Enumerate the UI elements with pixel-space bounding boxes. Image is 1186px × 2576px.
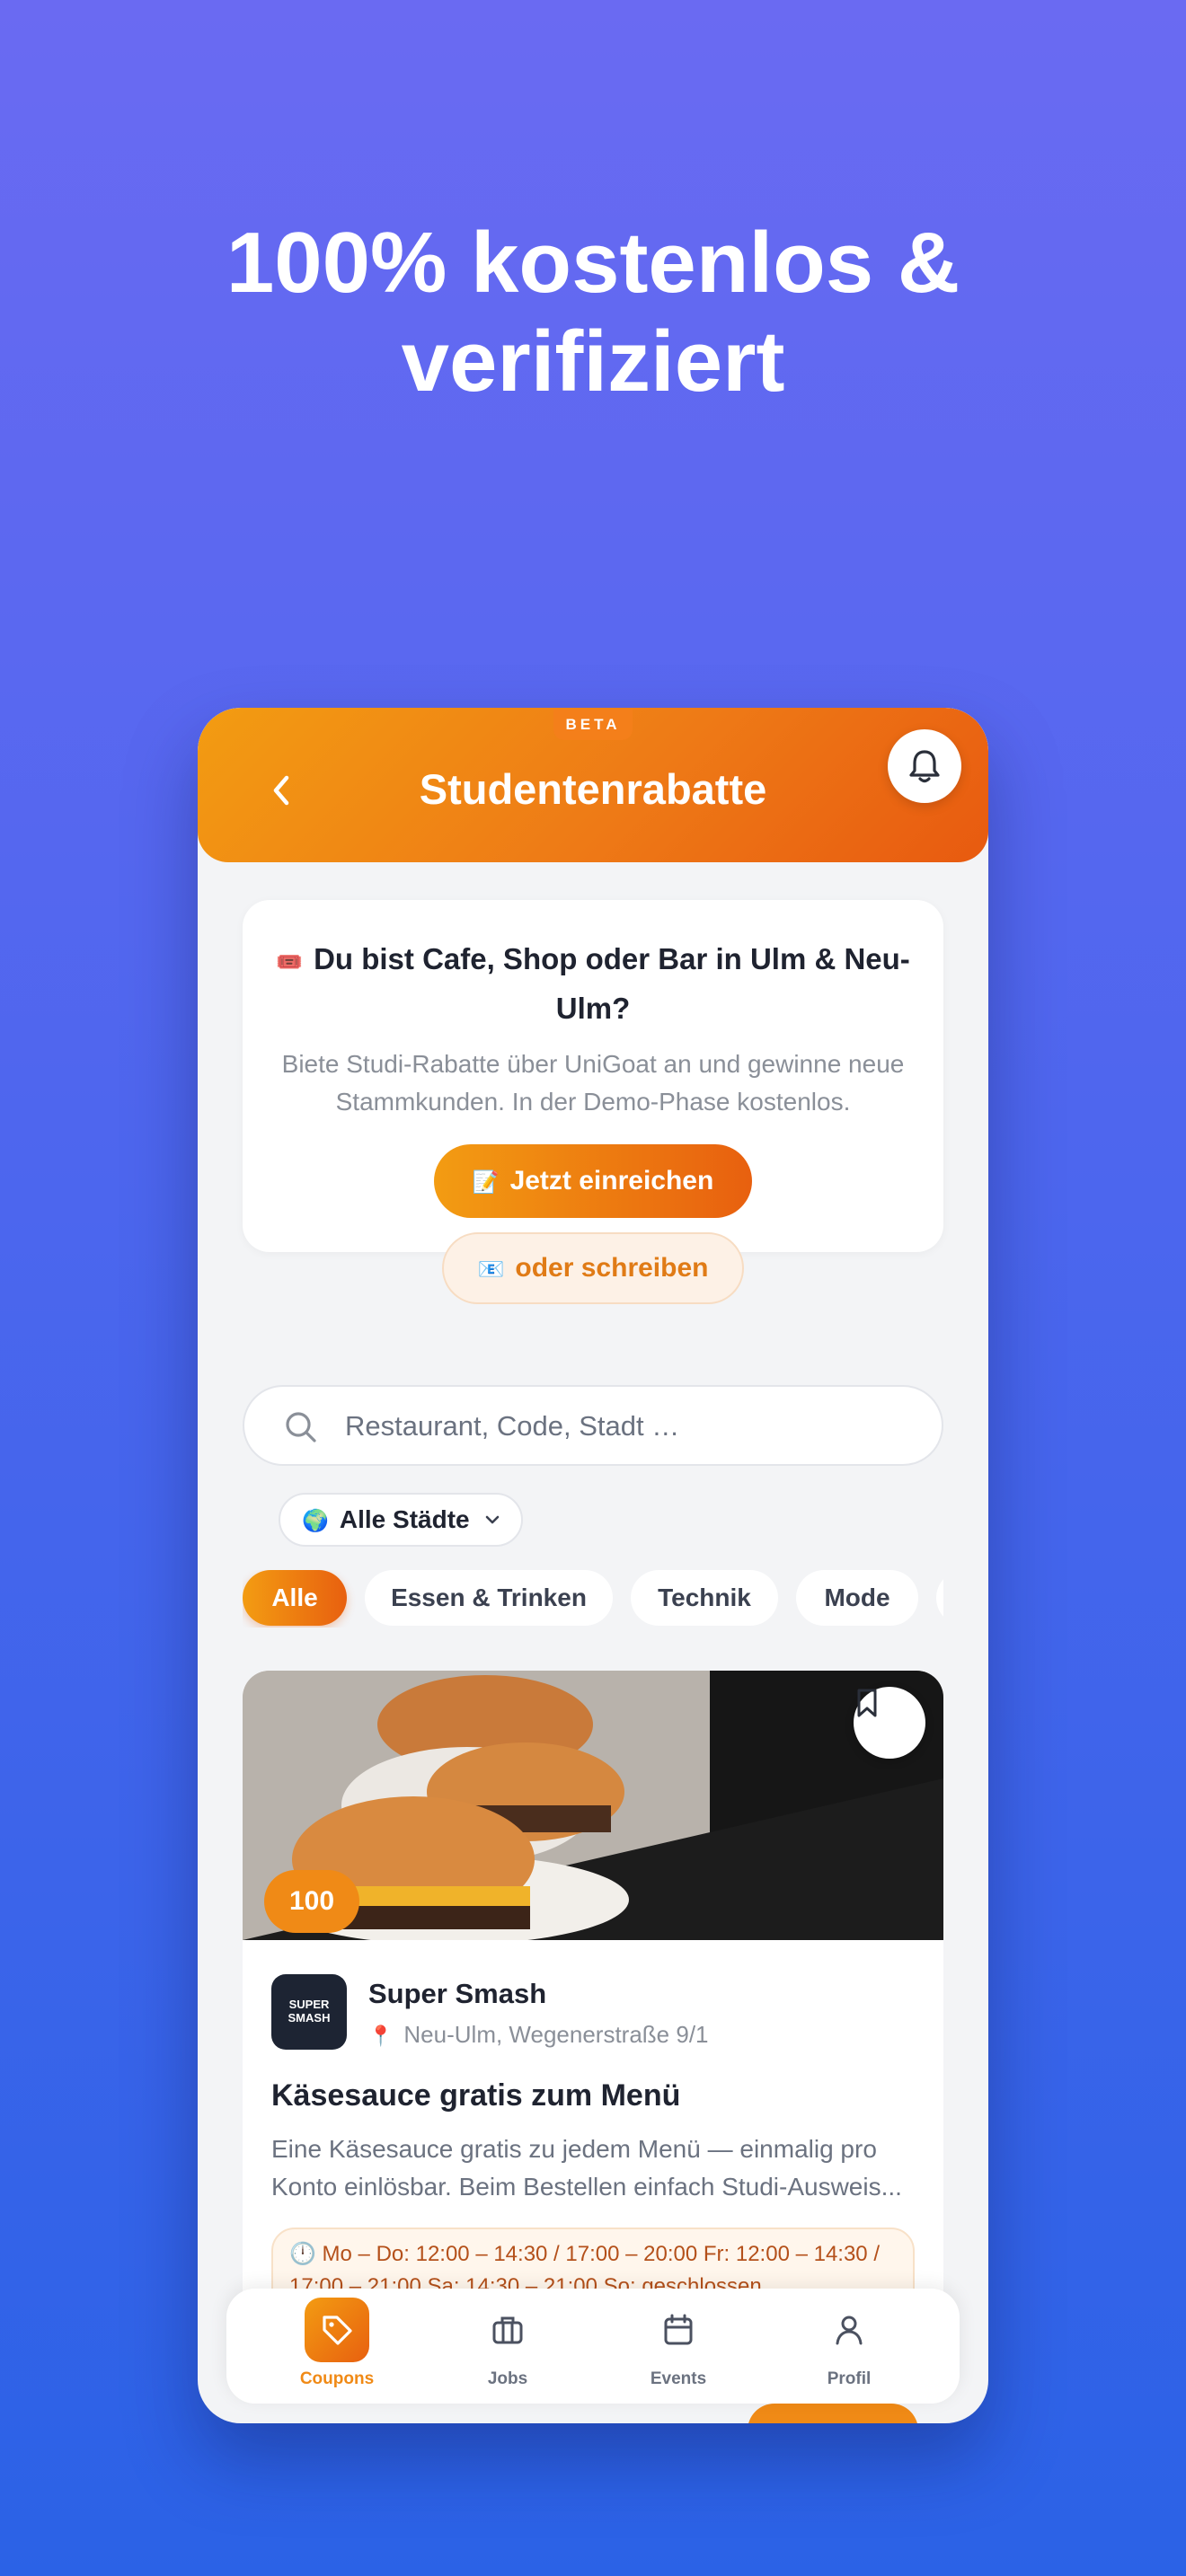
merchant-promo-card: 🎟️ Du bist Cafe, Shop oder Bar in Ulm & N… xyxy=(243,900,943,1304)
headline: 100% kostenlos & verifiziert xyxy=(0,214,1186,411)
chevron-down-icon xyxy=(485,1515,500,1524)
search-input[interactable] xyxy=(345,1403,902,1450)
shop-name: Super Smash xyxy=(368,1978,547,2009)
phone-frame: BETA Studentenrabatte 🎟️ Du bist Cafe, Sh… xyxy=(198,708,988,2423)
calendar-icon xyxy=(664,2314,693,2345)
globe-icon: 🌍 xyxy=(302,1508,329,1533)
tag-icon xyxy=(323,2316,352,2345)
deal-image: 100 xyxy=(243,1671,943,1940)
deal-description: Eine Käsesauce gratis zu jedem Menü — ei… xyxy=(271,2130,918,2206)
chip-essen-trinken[interactable]: Essen & Trinken xyxy=(365,1570,613,1626)
ticket-icon: 🎟️ xyxy=(276,949,304,975)
headline-line-2: verifiziert xyxy=(401,313,785,410)
briefcase-icon xyxy=(492,2316,523,2344)
nav-profil[interactable]: Profil xyxy=(764,2289,934,2404)
chip-more[interactable] xyxy=(936,1570,943,1626)
bell-icon xyxy=(909,750,940,783)
search-icon xyxy=(286,1412,316,1442)
shop-logo-text: SUPER SMASH xyxy=(288,1998,331,2025)
bookmark-icon xyxy=(857,1689,877,1717)
deal-title: Käsesauce gratis zum Menü xyxy=(271,2078,681,2113)
page-title: Studentenrabatte xyxy=(419,765,767,813)
headline-line-1: 100% kostenlos & xyxy=(226,215,960,311)
write-button-label: oder schreiben xyxy=(515,1253,709,1283)
points-badge: 100 xyxy=(264,1870,359,1933)
write-button[interactable]: 📧 oder schreiben xyxy=(442,1232,744,1304)
mail-icon: 📧 xyxy=(477,1257,505,1282)
memo-icon: 📝 xyxy=(472,1169,500,1195)
deal-description-line-1: Eine Käsesauce gratis zu jedem Menü — ei… xyxy=(271,2135,877,2163)
bottom-nav: Coupons Jobs Events Profil xyxy=(226,2289,960,2404)
nav-events[interactable]: Events xyxy=(593,2289,764,2404)
shop-location: 📍 Neu-Ulm, Wegenerstraße 9/1 xyxy=(368,2021,709,2049)
shop-logo: SUPER SMASH xyxy=(271,1974,347,2050)
search-bar xyxy=(243,1385,943,1466)
nav-coupons-label: Coupons xyxy=(299,2369,375,2388)
nav-profil-label: Profil xyxy=(827,2369,872,2388)
chip-technik[interactable]: Technik xyxy=(631,1570,778,1626)
nav-events-label: Events xyxy=(650,2369,707,2388)
deal-description-line-2: Konto einlösbar. Beim Bestellen einfach … xyxy=(271,2173,902,2201)
city-filter-select[interactable]: 🌍 Alle Städte xyxy=(279,1493,523,1547)
submit-button-label: Jetzt einreichen xyxy=(509,1166,714,1195)
nav-jobs[interactable]: Jobs xyxy=(422,2289,593,2404)
bookmark-button[interactable] xyxy=(854,1687,925,1759)
nav-jobs-label: Jobs xyxy=(487,2369,528,2388)
promo-title: 🎟️ Du bist Cafe, Shop oder Bar in Ulm & N… xyxy=(270,936,916,1032)
opening-hours-line-1: 🕛 Mo – Do: 12:00 – 14:30 / 17:00 – 20:00… xyxy=(289,2242,880,2266)
nav-coupons[interactable]: Coupons xyxy=(252,2289,422,2404)
shop-location-text: Neu-Ulm, Wegenerstraße 9/1 xyxy=(403,2021,709,2048)
category-chips: Alle Essen & Trinken Technik Mode xyxy=(243,1570,943,1628)
chip-mode[interactable]: Mode xyxy=(796,1570,918,1626)
city-filter-label: Alle Städte xyxy=(339,1505,470,1533)
next-card-button[interactable] xyxy=(748,2404,918,2423)
promo-text: Biete Studi-Rabatte über UniGoat an und … xyxy=(281,1050,905,1116)
chip-alle[interactable]: Alle xyxy=(243,1570,347,1626)
notifications-button[interactable] xyxy=(888,729,961,803)
deal-card[interactable]: 100 SUPER SMASH Super Smash 📍 Neu-Ulm, We… xyxy=(243,1671,943,2299)
beta-badge: BETA xyxy=(553,710,633,740)
promo-title-text: Du bist Cafe, Shop oder Bar in Ulm & Neu… xyxy=(314,942,910,1025)
user-icon xyxy=(836,2316,863,2345)
submit-button[interactable]: 📝 Jetzt einreichen xyxy=(434,1144,752,1218)
app-bar: BETA Studentenrabatte xyxy=(198,708,988,862)
pin-icon: 📍 xyxy=(368,2025,394,2048)
